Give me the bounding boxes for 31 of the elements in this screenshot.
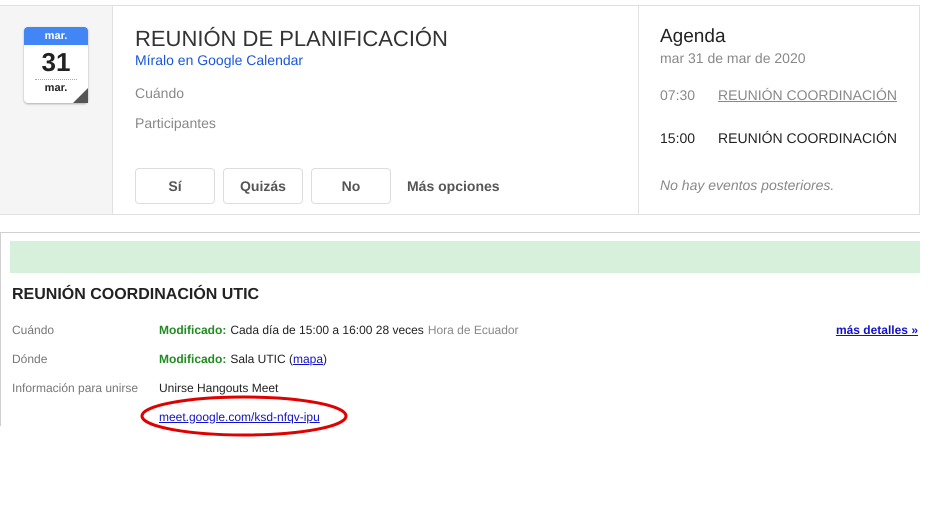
rsvp-button[interactable]: No [311,168,391,204]
timezone-text: Hora de Ecuador [428,322,519,338]
row-label: Cuándo [12,322,54,336]
event-heading: REUNIÓN COORDINACIÓN UTIC [11,284,260,305]
rsvp-button[interactable]: Sí [135,168,215,204]
detail-text: Unirse Hangouts Meet [159,380,278,396]
event-time: 15:00 [660,129,696,148]
calendar-day: 31 [42,45,70,79]
more-details-link[interactable]: más detalles » [836,320,918,338]
more-options-button[interactable]: Más opciones [407,176,500,196]
modified-label: Modificado: [159,350,226,368]
calendar-month: mar. [44,28,68,44]
field-label: Participantes [135,114,217,133]
empty-note: No hay eventos posteriores. [660,176,836,195]
calendar-month: mar. [44,81,68,96]
modified-label: Modificado: [159,322,226,338]
detail-text: ) [323,350,328,368]
row-label: Dónde [12,352,48,366]
calendar-link[interactable]: Míralo en Google Calendar [135,52,638,68]
rsvp-button[interactable]: Quizás [223,168,303,204]
event-title: REUNIÓN DE PLANIFICACIÓN [135,26,449,52]
row-label: Información para unirse [12,380,138,394]
agenda-date: mar 31 de mar de 2020 [660,49,807,68]
event-time: 07:30 [660,86,696,105]
agenda-event[interactable]: REUNIÓN COORDINACIÓN [718,128,897,149]
agenda-event[interactable]: REUNIÓN COORDINACIÓN [718,85,897,106]
agenda-title: Agenda [660,26,727,48]
detail-link[interactable]: mapa [293,350,324,368]
detail-text: Cada día de 15:00 a 16:00 28 veces [230,322,424,338]
detail-text: Sala UTIC ( [230,350,294,368]
field-label: Cuándo [135,84,186,103]
